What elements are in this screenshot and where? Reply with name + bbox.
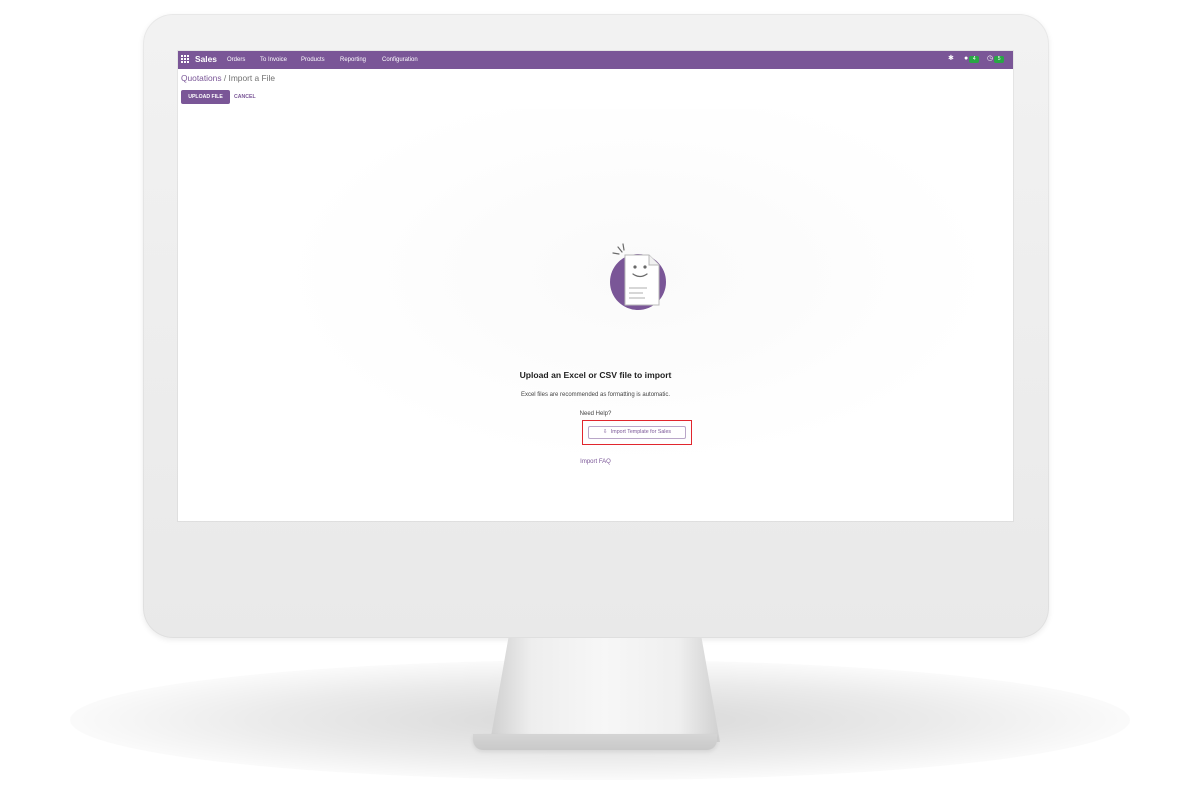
- apps-dot: [181, 61, 183, 63]
- monitor-stand-base: [473, 734, 717, 750]
- file-upload-icon: [610, 243, 666, 310]
- menu-orders[interactable]: Orders: [227, 56, 245, 64]
- top-navbar: Sales Orders To Invoice Products Reporti…: [178, 51, 1013, 69]
- need-help-label: Need Help?: [579, 411, 612, 417]
- menu-products[interactable]: Products: [301, 56, 325, 64]
- menu-to-invoice[interactable]: To Invoice: [260, 56, 287, 64]
- menu-reporting[interactable]: Reporting: [340, 56, 366, 64]
- import-template-label: Import Template for Sales: [610, 429, 672, 435]
- upload-file-button[interactable]: UPLOAD FILE: [181, 90, 230, 104]
- upload-heading: Upload an Excel or CSV file to import: [519, 370, 672, 380]
- app-screen: Sales Orders To Invoice Products Reporti…: [178, 51, 1013, 521]
- apps-dot: [184, 55, 186, 57]
- monitor-mockup: Sales Orders To Invoice Products Reporti…: [0, 0, 1200, 800]
- activities-button[interactable]: ◷ 5: [987, 53, 1005, 65]
- apps-dot: [187, 61, 189, 63]
- import-main-area: Upload an Excel or CSV file to import Ex…: [178, 109, 1013, 521]
- messages-button[interactable]: ● 4: [964, 53, 980, 65]
- menu-configuration[interactable]: Configuration: [382, 56, 418, 64]
- clock-icon: ◷: [987, 55, 994, 62]
- apps-dot: [181, 58, 183, 60]
- upload-file-illustration: [608, 242, 668, 314]
- cancel-button[interactable]: CANCEL: [234, 90, 256, 104]
- app-name[interactable]: Sales: [195, 54, 217, 64]
- breadcrumb-quotations[interactable]: Quotations: [181, 73, 222, 83]
- apps-grid-icon[interactable]: [181, 55, 189, 63]
- activities-badge: 5: [994, 55, 1005, 63]
- apps-dot: [181, 55, 183, 57]
- apps-dot: [187, 55, 189, 57]
- control-panel: Quotations / Import a File UPLOAD FILE C…: [178, 69, 1013, 110]
- bug-button[interactable]: ✱: [948, 53, 954, 65]
- monitor-stand-neck: [490, 638, 720, 742]
- chat-icon: ●: [964, 55, 969, 62]
- messages-badge: 4: [969, 55, 980, 63]
- breadcrumb: Quotations / Import a File: [181, 73, 275, 83]
- apps-dot: [184, 61, 186, 63]
- import-template-button[interactable]: ⇩ Import Template for Sales: [588, 426, 686, 439]
- apps-dot: [184, 58, 186, 60]
- import-faq-link[interactable]: Import FAQ: [178, 458, 1013, 466]
- download-icon: ⇩: [602, 429, 608, 435]
- breadcrumb-current: Import a File: [228, 73, 276, 83]
- apps-dot: [187, 58, 189, 60]
- upload-subtitle: Excel files are recommended as formattin…: [520, 392, 671, 398]
- bug-icon: ✱: [948, 55, 954, 62]
